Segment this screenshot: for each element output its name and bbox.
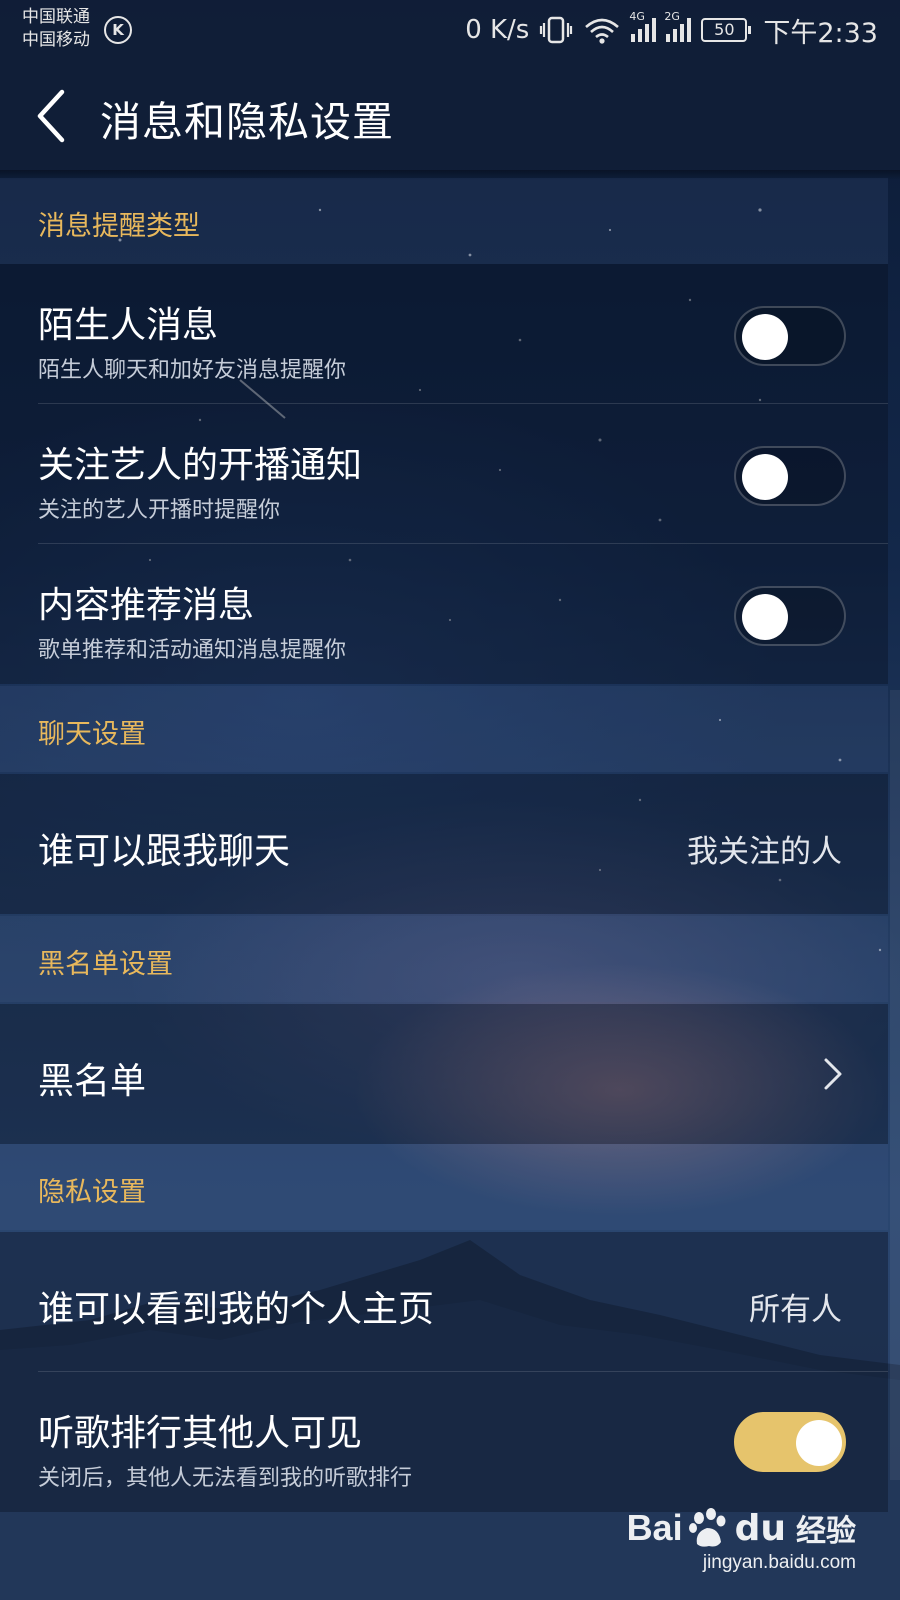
watermark-url: jingyan.baidu.com	[702, 1552, 856, 1573]
chevron-right-icon	[824, 1058, 842, 1090]
status-indicators: 0 K/s 4G 2G 50 下午2:33	[465, 10, 878, 49]
wifi-icon	[585, 18, 620, 44]
blacklist-title: 黑名单	[38, 1061, 147, 1102]
recommend-messages-subtitle: 歌单推荐和活动通知消息提醒你	[38, 638, 347, 663]
setting-row-homepage-visibility[interactable]: 谁可以看到我的个人主页 所有人	[0, 1232, 888, 1372]
net-speed: 0 K/s	[465, 15, 530, 45]
homepage-visibility-title: 谁可以看到我的个人主页	[38, 1289, 435, 1330]
ranking-visible-title: 听歌排行其他人可见	[38, 1413, 363, 1454]
stranger-messages-toggle[interactable]	[734, 306, 846, 366]
section-header-chat: 聊天设置	[0, 686, 888, 772]
back-arrow-icon	[37, 89, 65, 143]
vibrate-icon	[540, 16, 573, 44]
signal-1-tag: 4G	[629, 10, 645, 23]
baidu-jingyan-watermark: Bai du 经验 jingyan.baidu.com	[627, 1506, 856, 1574]
setting-row-ranking-visible[interactable]: 听歌排行其他人可见 关闭后，其他人无法看到我的听歌排行	[0, 1372, 888, 1512]
signal-icon-1: 4G	[629, 10, 657, 42]
carrier-2: 中国移动	[22, 30, 90, 50]
stranger-messages-subtitle: 陌生人聊天和加好友消息提醒你	[38, 358, 347, 383]
section-header-blacklist: 黑名单设置	[0, 916, 888, 1002]
stranger-messages-title: 陌生人消息	[38, 305, 219, 346]
setting-row-stranger-messages[interactable]: 陌生人消息 陌生人聊天和加好友消息提醒你	[0, 264, 888, 404]
recommend-messages-title: 内容推荐消息	[38, 585, 255, 626]
setting-row-artist-live[interactable]: 关注艺人的开播通知 关注的艺人开播时提醒你	[0, 404, 888, 544]
carrier-info: 中国联通 中国移动	[22, 6, 90, 52]
setting-row-blacklist[interactable]: 黑名单	[0, 1004, 888, 1144]
section-header-notify: 消息提醒类型	[0, 178, 888, 264]
ranking-visible-toggle[interactable]	[734, 1412, 846, 1472]
homepage-visibility-value: 所有人	[749, 1292, 842, 1328]
setting-row-who-can-chat[interactable]: 谁可以跟我聊天 我关注的人	[0, 774, 888, 914]
carrier-badge-icon: K	[104, 16, 132, 44]
scrollbar[interactable]	[890, 690, 900, 1480]
section-header-privacy: 隐私设置	[0, 1144, 888, 1230]
watermark-bai: Bai	[626, 1507, 683, 1548]
section-title-chat: 聊天设置	[38, 719, 146, 750]
who-can-chat-title: 谁可以跟我聊天	[38, 831, 291, 872]
section-title-privacy: 隐私设置	[38, 1177, 146, 1208]
artist-live-subtitle: 关注的艺人开播时提醒你	[38, 498, 281, 523]
artist-live-title: 关注艺人的开播通知	[38, 445, 363, 486]
page-title: 消息和隐私设置	[100, 98, 394, 146]
ranking-visible-subtitle: 关闭后，其他人无法看到我的听歌排行	[38, 1466, 413, 1491]
watermark-jingyan: 经验	[796, 1514, 856, 1549]
app-header: 消息和隐私设置	[0, 62, 900, 170]
toggle-knob	[742, 454, 788, 500]
watermark-logo: Bai du 经验	[627, 1506, 856, 1550]
toggle-knob	[742, 594, 788, 640]
setting-row-recommend-messages[interactable]: 内容推荐消息 歌单推荐和活动通知消息提醒你	[0, 544, 888, 684]
watermark-du: du	[734, 1507, 786, 1549]
toggle-knob	[742, 314, 788, 360]
who-can-chat-value: 我关注的人	[687, 834, 842, 870]
signal-2-tag: 2G	[664, 10, 680, 23]
section-title-blacklist: 黑名单设置	[38, 949, 173, 980]
recommend-messages-toggle[interactable]	[734, 586, 846, 646]
clock: 下午2:33	[763, 17, 878, 49]
toggle-knob	[796, 1420, 842, 1466]
artist-live-toggle[interactable]	[734, 446, 846, 506]
section-title-notify: 消息提醒类型	[38, 211, 200, 242]
baidu-paw-icon	[688, 1508, 726, 1547]
signal-icon-2: 2G	[664, 10, 692, 42]
carrier-1: 中国联通	[22, 7, 90, 27]
battery-icon: 50	[701, 18, 752, 42]
back-button[interactable]	[30, 86, 80, 146]
status-bar: 中国联通 中国移动 K 0 K/s 4G 2G 50 下午2:33	[0, 0, 900, 62]
